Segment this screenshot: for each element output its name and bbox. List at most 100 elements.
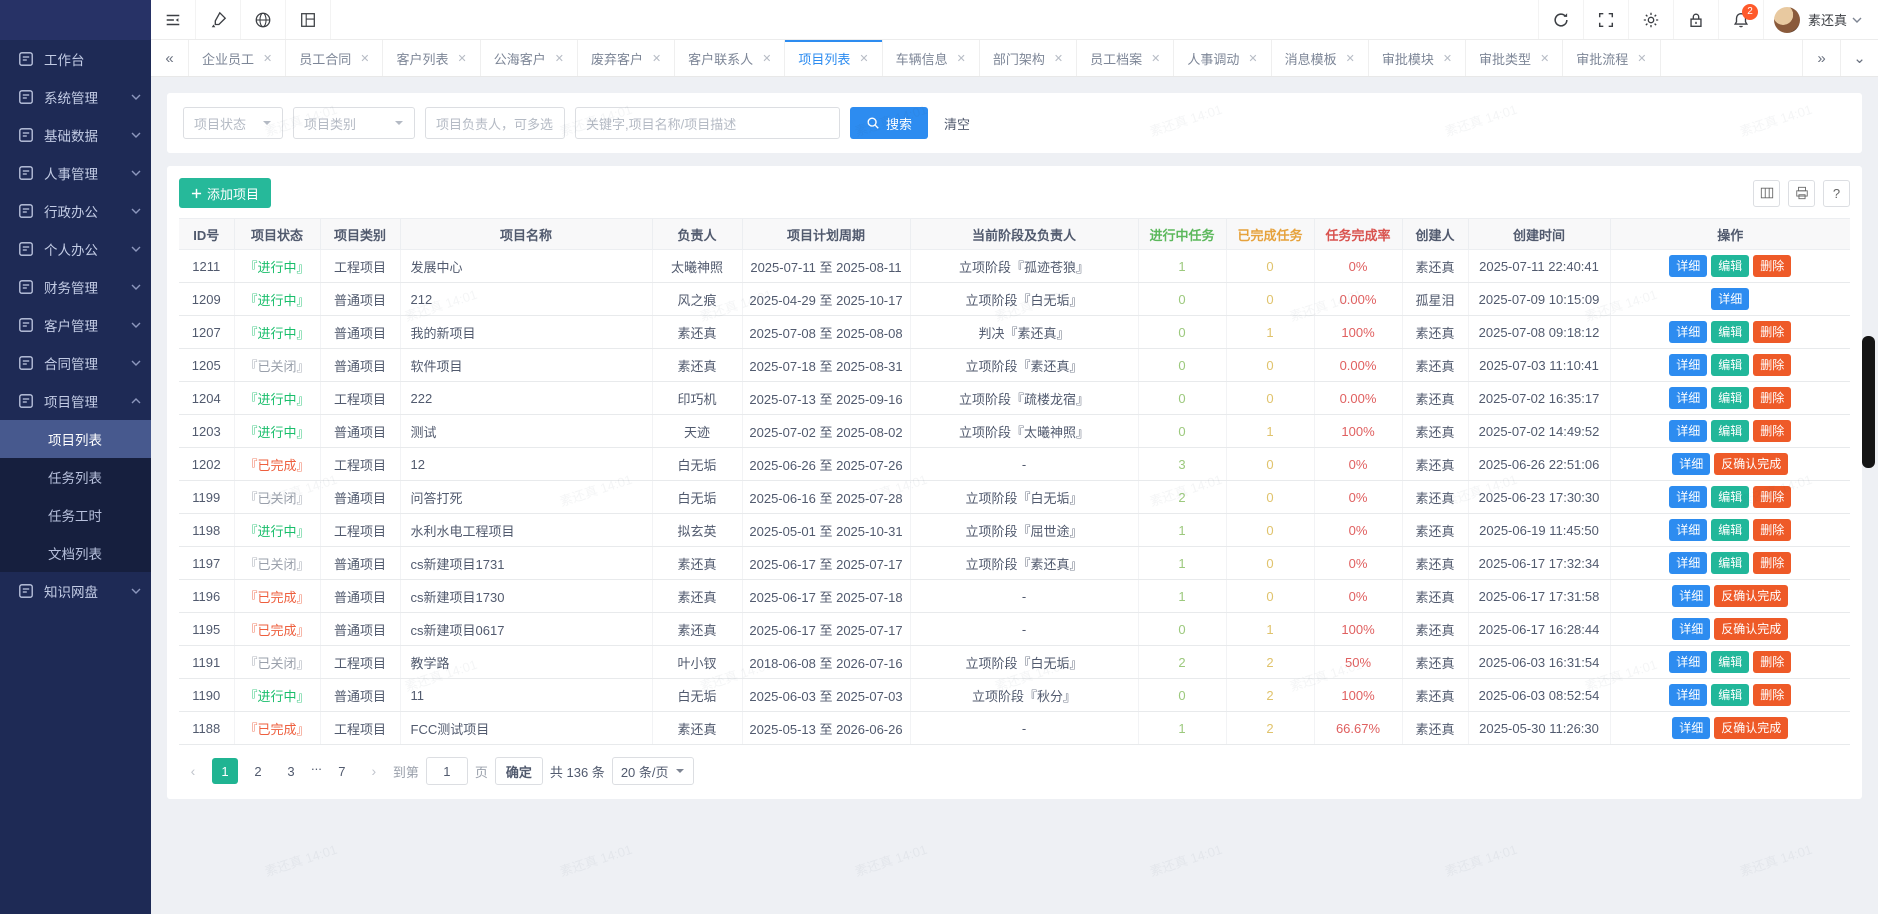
tab-approval-flow[interactable]: 审批流程✕ xyxy=(1563,40,1660,76)
vertical-scrollbar-thumb[interactable] xyxy=(1862,336,1875,468)
tab-message-template[interactable]: 消息模板✕ xyxy=(1272,40,1369,76)
fullscreen-button[interactable] xyxy=(1583,0,1628,39)
detail-button[interactable]: 详细 xyxy=(1669,420,1707,442)
settings-gear-button[interactable] xyxy=(1628,0,1673,39)
sidebar-item-customer-mgmt[interactable]: 客户管理 xyxy=(0,306,151,344)
detail-button[interactable]: 详细 xyxy=(1669,354,1707,376)
sidebar-item-hr-mgmt[interactable]: 人事管理 xyxy=(0,154,151,192)
edit-button[interactable]: 编辑 xyxy=(1711,387,1749,409)
delete-button[interactable]: 删除 xyxy=(1753,354,1791,376)
tab-staff-archive[interactable]: 员工档案✕ xyxy=(1077,40,1174,76)
column-settings-button[interactable] xyxy=(1753,180,1780,207)
goto-confirm-button[interactable]: 确定 xyxy=(495,757,543,785)
close-icon[interactable]: ✕ xyxy=(859,52,868,65)
delete-button[interactable]: 删除 xyxy=(1753,255,1791,277)
next-page-icon[interactable]: › xyxy=(362,758,386,784)
close-icon[interactable]: ✕ xyxy=(1443,52,1452,65)
sidebar-item-system-mgmt[interactable]: 系统管理 xyxy=(0,78,151,116)
detail-button[interactable]: 详细 xyxy=(1669,552,1707,574)
tab-approval-type[interactable]: 审批类型✕ xyxy=(1466,40,1563,76)
delete-button[interactable]: 删除 xyxy=(1753,321,1791,343)
tab-enterprise-staff[interactable]: 企业员工✕ xyxy=(189,40,286,76)
sidebar-item-base-data[interactable]: 基础数据 xyxy=(0,116,151,154)
close-icon[interactable]: ✕ xyxy=(762,52,771,65)
layout-button[interactable] xyxy=(286,0,331,39)
close-icon[interactable]: ✕ xyxy=(1540,52,1549,65)
user-menu[interactable]: 素还真 xyxy=(1763,0,1878,39)
keyword-input[interactable]: 关键字,项目名称/项目描述 xyxy=(575,107,840,139)
globe-button[interactable] xyxy=(241,0,286,39)
sidebar-item-project-mgmt[interactable]: 项目管理 xyxy=(0,382,151,420)
sidebar-item-task-hours[interactable]: 任务工时 xyxy=(0,496,151,534)
detail-button[interactable]: 详细 xyxy=(1711,288,1749,310)
tab-customer-list[interactable]: 客户列表✕ xyxy=(383,40,480,76)
tab-vehicle-info[interactable]: 车辆信息✕ xyxy=(883,40,980,76)
bell-button[interactable]: 2 xyxy=(1718,0,1763,39)
unconfirm-button[interactable]: 反确认完成 xyxy=(1714,453,1788,475)
unconfirm-button[interactable]: 反确认完成 xyxy=(1714,717,1788,739)
prev-page-icon[interactable]: ‹ xyxy=(181,758,205,784)
page-number-3[interactable]: 3 xyxy=(278,758,304,784)
sidebar-item-document-list[interactable]: 文档列表 xyxy=(0,534,151,572)
edit-button[interactable]: 编辑 xyxy=(1711,354,1749,376)
detail-button[interactable]: 详细 xyxy=(1672,453,1710,475)
close-icon[interactable]: ✕ xyxy=(1637,52,1646,65)
delete-button[interactable]: 删除 xyxy=(1753,552,1791,574)
close-icon[interactable]: ✕ xyxy=(457,52,466,65)
print-button[interactable] xyxy=(1788,180,1815,207)
edit-button[interactable]: 编辑 xyxy=(1711,684,1749,706)
clear-button[interactable]: 清空 xyxy=(944,114,970,133)
close-icon[interactable]: ✕ xyxy=(360,52,369,65)
close-icon[interactable]: ✕ xyxy=(1151,52,1160,65)
sidebar-item-finance-mgmt[interactable]: 财务管理 xyxy=(0,268,151,306)
edit-button[interactable]: 编辑 xyxy=(1711,420,1749,442)
page-number-2[interactable]: 2 xyxy=(245,758,271,784)
delete-button[interactable]: 删除 xyxy=(1753,684,1791,706)
sidebar-item-task-list[interactable]: 任务列表 xyxy=(0,458,151,496)
unconfirm-button[interactable]: 反确认完成 xyxy=(1714,618,1788,640)
close-icon[interactable]: ✕ xyxy=(263,52,272,65)
delete-button[interactable]: 删除 xyxy=(1753,651,1791,673)
goto-page-input[interactable] xyxy=(426,757,468,785)
sidebar-item-project-list[interactable]: 项目列表 xyxy=(0,420,151,458)
tabs-menu-icon[interactable]: ⌄ xyxy=(1840,40,1878,76)
close-icon[interactable]: ✕ xyxy=(957,52,966,65)
delete-button[interactable]: 删除 xyxy=(1753,486,1791,508)
project-owner-input[interactable]: 项目负责人，可多选 xyxy=(425,107,565,139)
page-number-1[interactable]: 1 xyxy=(212,758,238,784)
edit-button[interactable]: 编辑 xyxy=(1711,486,1749,508)
tab-staff-contract[interactable]: 员工合同✕ xyxy=(286,40,383,76)
help-button[interactable]: ? xyxy=(1823,180,1850,207)
tab-public-sea-customer[interactable]: 公海客户✕ xyxy=(481,40,578,76)
close-icon[interactable]: ✕ xyxy=(555,52,564,65)
sidebar-item-admin-office[interactable]: 行政办公 xyxy=(0,192,151,230)
detail-button[interactable]: 详细 xyxy=(1672,717,1710,739)
delete-button[interactable]: 删除 xyxy=(1753,420,1791,442)
tabs-scroll-right-icon[interactable]: » xyxy=(1802,40,1840,76)
edit-button[interactable]: 编辑 xyxy=(1711,255,1749,277)
sidebar-item-contract-mgmt[interactable]: 合同管理 xyxy=(0,344,151,382)
unconfirm-button[interactable]: 反确认完成 xyxy=(1714,585,1788,607)
detail-button[interactable]: 详细 xyxy=(1669,387,1707,409)
detail-button[interactable]: 详细 xyxy=(1672,618,1710,640)
tab-discarded-customer[interactable]: 废弃客户✕ xyxy=(578,40,675,76)
tab-project-list[interactable]: 项目列表✕ xyxy=(785,40,882,76)
sidebar-item-workbench[interactable]: 工作台 xyxy=(0,40,151,78)
edit-button[interactable]: 编辑 xyxy=(1711,651,1749,673)
sidebar-item-personal-office[interactable]: 个人办公 xyxy=(0,230,151,268)
close-icon[interactable]: ✕ xyxy=(1346,52,1355,65)
close-icon[interactable]: ✕ xyxy=(1248,52,1257,65)
sidebar-item-knowledge-disk[interactable]: 知识网盘 xyxy=(0,572,151,610)
tab-approval-module[interactable]: 审批模块✕ xyxy=(1369,40,1466,76)
tab-hr-transfer[interactable]: 人事调动✕ xyxy=(1174,40,1271,76)
page-number-7[interactable]: 7 xyxy=(329,758,355,784)
tab-customer-contact[interactable]: 客户联系人✕ xyxy=(675,40,785,76)
detail-button[interactable]: 详细 xyxy=(1672,585,1710,607)
add-project-button[interactable]: 添加项目 xyxy=(179,178,271,208)
detail-button[interactable]: 详细 xyxy=(1669,486,1707,508)
edit-button[interactable]: 编辑 xyxy=(1711,321,1749,343)
detail-button[interactable]: 详细 xyxy=(1669,255,1707,277)
refresh-button[interactable] xyxy=(1538,0,1583,39)
delete-button[interactable]: 删除 xyxy=(1753,519,1791,541)
detail-button[interactable]: 详细 xyxy=(1669,651,1707,673)
